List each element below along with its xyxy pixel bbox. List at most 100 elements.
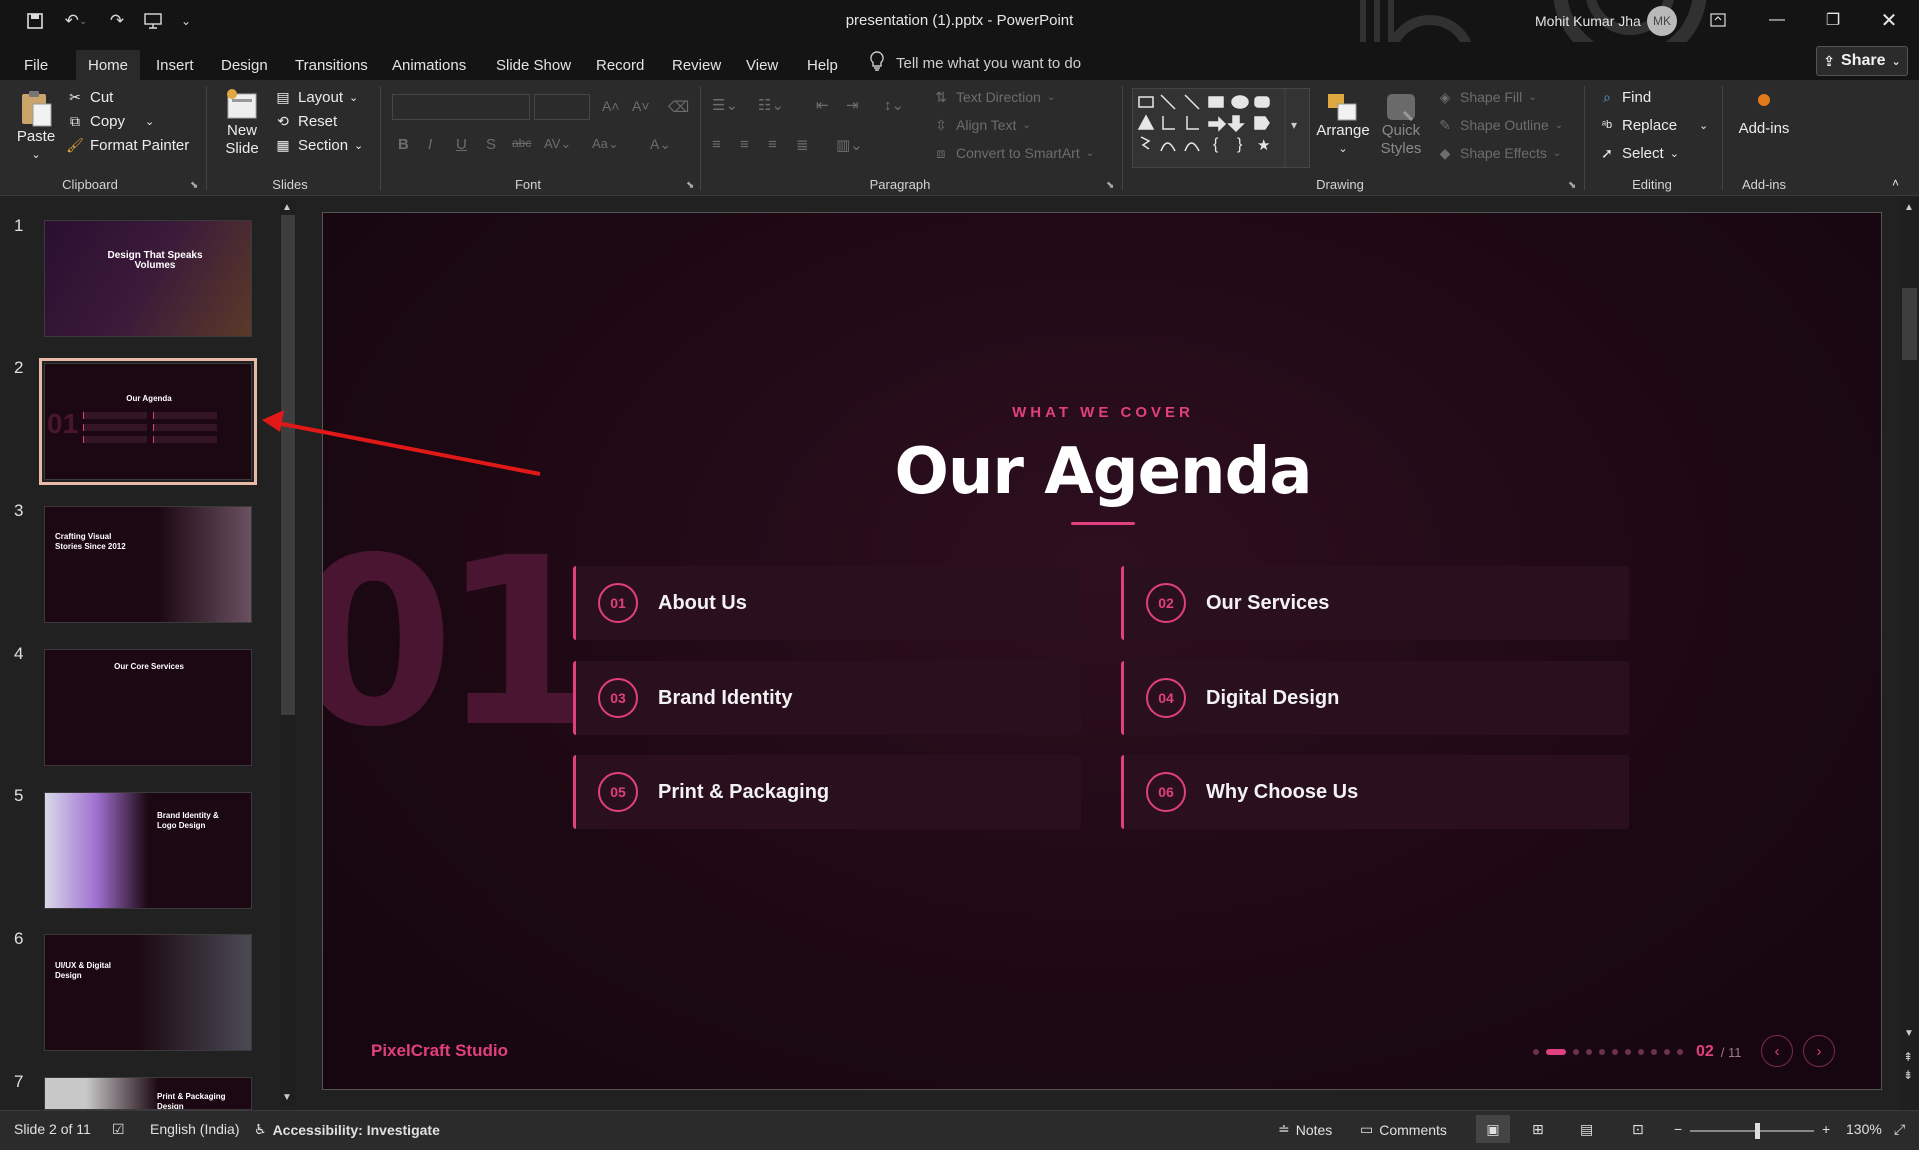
language-status[interactable]: English (India) [150, 1121, 240, 1137]
format-painter-button[interactable]: 🖌 Format Painter [66, 136, 189, 154]
copy-button[interactable]: ⧉ Copy ⌄ [66, 112, 154, 130]
bullets-icon[interactable]: ☰⌄ [712, 96, 738, 114]
fit-to-window-icon[interactable]: ⤢ [1894, 1121, 1905, 1138]
agenda-item[interactable]: 01 About Us [573, 566, 1081, 640]
arrange-button[interactable]: Arrange ⌄ [1312, 92, 1374, 158]
paste-button[interactable]: Paste ⌄ [14, 88, 58, 164]
accessibility-status[interactable]: ♿ Accessibility: Investigate [254, 1121, 440, 1138]
thumbnail-slide-5[interactable]: Brand Identity & Logo Design [44, 792, 252, 909]
notes-button[interactable]: ≐ Notes [1278, 1121, 1332, 1138]
scroll-up-icon[interactable]: ▲ [1904, 202, 1914, 213]
dialog-launcher-icon[interactable]: ⬊ [686, 180, 694, 191]
find-button[interactable]: ⌕ Find [1598, 88, 1651, 106]
prev-slide-icon[interactable]: ‹ [1761, 1035, 1793, 1067]
tab-animations[interactable]: Animations [380, 50, 478, 80]
line-spacing-icon[interactable]: ↕⌄ [884, 96, 904, 114]
tab-review[interactable]: Review [660, 50, 733, 80]
cut-button[interactable]: ✂ Cut [66, 88, 113, 106]
comments-button[interactable]: ▭ Comments [1360, 1121, 1447, 1138]
ribbon-display-icon[interactable] [1695, 0, 1741, 40]
present-from-start-icon[interactable] [140, 8, 166, 34]
scrollbar-thumb[interactable] [281, 215, 295, 715]
dialog-launcher-icon[interactable]: ⬊ [190, 180, 198, 191]
clear-formatting-icon[interactable]: ⌫ [668, 98, 689, 116]
justify-icon[interactable]: ≣ [796, 136, 809, 154]
numbering-icon[interactable]: ☷⌄ [758, 96, 784, 114]
strikethrough-icon[interactable]: abc [512, 136, 531, 150]
agenda-item[interactable]: 05 Print & Packaging [573, 755, 1081, 829]
decrease-indent-icon[interactable]: ⇤ [816, 96, 829, 114]
section-button[interactable]: ▦ Section ⌄ [274, 136, 363, 154]
italic-icon[interactable]: I [428, 136, 432, 153]
dialog-launcher-icon[interactable]: ⬊ [1568, 180, 1576, 191]
close-icon[interactable]: ✕ [1866, 0, 1912, 40]
bold-icon[interactable]: B [398, 136, 409, 153]
font-name-combobox[interactable] [392, 94, 530, 120]
select-button[interactable]: ➚ Select ⌄ [1598, 144, 1679, 162]
minimize-icon[interactable]: — [1754, 0, 1800, 40]
dialog-launcher-icon[interactable]: ⬊ [1106, 180, 1114, 191]
tell-me-search[interactable]: Tell me what you want to do [870, 50, 1081, 76]
zoom-in-icon[interactable]: + [1822, 1121, 1830, 1137]
tab-design[interactable]: Design [209, 50, 280, 80]
next-slide-icon[interactable]: ⇟ [1903, 1068, 1913, 1082]
agenda-item[interactable]: 02 Our Services [1121, 566, 1629, 640]
scrollbar-thumb[interactable] [1902, 288, 1917, 360]
replace-button[interactable]: ᵃb Replace ⌄ [1598, 116, 1708, 134]
brand-name[interactable]: PixelCraft Studio [371, 1041, 508, 1061]
slide-eyebrow[interactable]: WHAT WE COVER [323, 404, 1881, 421]
next-slide-icon[interactable]: › [1803, 1035, 1835, 1067]
share-button[interactable]: ⇪ Share ⌄ [1816, 46, 1908, 76]
shape-effects-button[interactable]: ◆ Shape Effects ⌄ [1436, 144, 1562, 162]
reset-button[interactable]: ⟲ Reset [274, 112, 337, 130]
redo-icon[interactable]: ↷ [104, 8, 130, 34]
agenda-item[interactable]: 03 Brand Identity [573, 661, 1081, 735]
thumbnail-slide-7[interactable]: Print & Packaging Design [44, 1077, 252, 1110]
agenda-item[interactable]: 06 Why Choose Us [1121, 755, 1629, 829]
thumbnail-slide-4[interactable]: Our Core Services [44, 649, 252, 766]
scroll-down-icon[interactable]: ▼ [1904, 1028, 1914, 1039]
slide-show-icon[interactable]: ⊡ [1632, 1121, 1644, 1138]
save-icon[interactable] [22, 8, 48, 34]
thumbnail-slide-1[interactable]: Design That Speaks Volumes [44, 220, 252, 337]
thumbnail-slide-2[interactable]: Our Agenda 01 [39, 358, 257, 485]
align-center-icon[interactable]: ≡ [740, 136, 749, 153]
slide-title[interactable]: Our Agenda [323, 435, 1881, 509]
tab-record[interactable]: Record [584, 50, 656, 80]
tab-file[interactable]: File [24, 50, 48, 80]
change-case-icon[interactable]: Aa⌄ [592, 136, 619, 152]
tab-slide-show[interactable]: Slide Show [484, 50, 583, 80]
align-right-icon[interactable]: ≡ [768, 136, 777, 153]
character-spacing-icon[interactable]: AV⌄ [544, 136, 571, 152]
slide-counter[interactable]: Slide 2 of 11 [14, 1121, 91, 1137]
spelling-icon[interactable]: ☑ [112, 1121, 125, 1138]
increase-indent-icon[interactable]: ⇥ [846, 96, 859, 114]
quick-styles-button[interactable]: Quick Styles [1374, 92, 1428, 158]
convert-smartart-button[interactable]: ⧈ Convert to SmartArt ⌄ [932, 144, 1095, 162]
add-ins-button[interactable]: Add-ins [1732, 94, 1796, 138]
underline-icon[interactable]: U [456, 136, 467, 153]
normal-view-icon[interactable]: ▣ [1476, 1115, 1510, 1143]
tab-home[interactable]: Home [76, 50, 141, 80]
user-name[interactable]: Mohit Kumar Jha [1535, 13, 1641, 29]
font-color-icon[interactable]: A⌄ [650, 136, 671, 153]
increase-font-icon[interactable]: A˄ [602, 98, 620, 114]
columns-icon[interactable]: ▥⌄ [836, 136, 863, 154]
scroll-down-icon[interactable]: ▼ [282, 1092, 292, 1103]
align-text-button[interactable]: ⇳ Align Text ⌄ [932, 116, 1031, 134]
zoom-slider[interactable] [1690, 1130, 1814, 1132]
layout-button[interactable]: ▤ Layout ⌄ [274, 88, 358, 106]
tab-transitions[interactable]: Transitions [283, 50, 380, 80]
collapse-ribbon-icon[interactable]: ˄ [1892, 176, 1899, 190]
font-size-combobox[interactable] [534, 94, 590, 120]
customize-qat-icon[interactable]: ⌄ [176, 8, 196, 34]
shapes-gallery[interactable]: {} ★ ▾ [1132, 88, 1310, 168]
decrease-font-icon[interactable]: A˅ [632, 98, 650, 114]
shadow-icon[interactable]: S [486, 136, 496, 153]
main-scrollbar[interactable]: ▲ ▼ ⇞ ⇟ [1900, 196, 1919, 1110]
slide-canvas[interactable]: 01 WHAT WE COVER Our Agenda 01 About Us … [322, 212, 1882, 1090]
shape-outline-button[interactable]: ✎ Shape Outline ⌄ [1436, 116, 1563, 134]
thumbnail-slide-6[interactable]: UI/UX & Digital Design [44, 934, 252, 1051]
thumbnail-slide-3[interactable]: Crafting Visual Stories Since 2012 [44, 506, 252, 623]
avatar[interactable]: MK [1647, 6, 1677, 36]
